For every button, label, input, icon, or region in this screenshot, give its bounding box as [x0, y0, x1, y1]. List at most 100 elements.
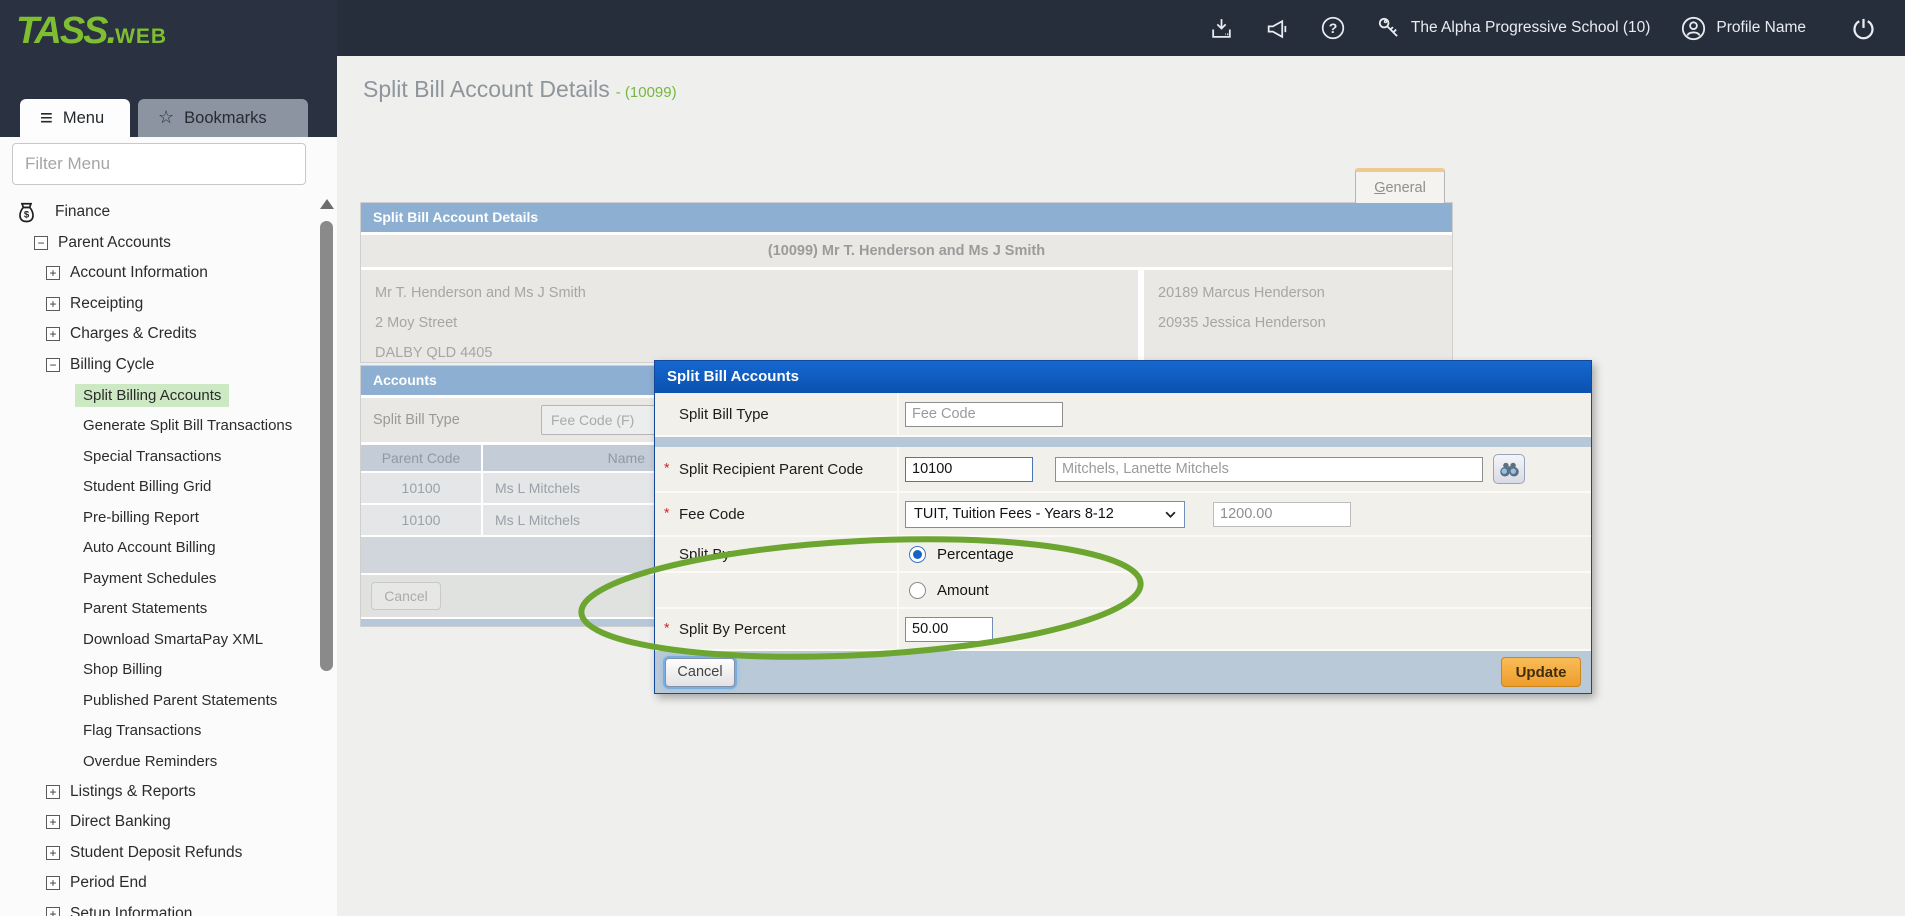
- scroll-up-icon[interactable]: [320, 199, 334, 209]
- sidebar-item-label: Published Parent Statements: [83, 692, 277, 709]
- sidebar-item-payment-schedules[interactable]: Payment Schedules: [0, 563, 318, 594]
- account-heading: (10099) Mr T. Henderson and Ms J Smith: [361, 235, 1452, 267]
- sidebar-item-label: Account Information: [70, 264, 208, 282]
- sidebar-item-label: Charges & Credits: [70, 325, 197, 343]
- sidebar-item-flag-transactions[interactable]: Flag Transactions: [0, 716, 318, 747]
- sidebar-item-finance[interactable]: $ Finance: [0, 197, 318, 228]
- sidebar-item-shop-billing[interactable]: Shop Billing: [0, 655, 318, 686]
- split-by-percent-input[interactable]: [905, 617, 993, 642]
- tab-general-label-initial: G: [1374, 180, 1385, 196]
- fee-code-label: Fee Code: [655, 493, 899, 535]
- expand-icon[interactable]: [46, 785, 60, 799]
- modal-split-bill-type-label: Split Bill Type: [655, 393, 899, 435]
- sidebar-item-student-billing-grid[interactable]: Student Billing Grid: [0, 472, 318, 503]
- page-account-code: - (10099): [616, 84, 677, 101]
- tass-web-logo[interactable]: TASS.WEB: [16, 10, 167, 53]
- lookup-button[interactable]: [1493, 454, 1525, 484]
- collapse-icon[interactable]: [46, 358, 60, 372]
- address-line: Mr T. Henderson and Ms J Smith: [375, 278, 1124, 308]
- sidebar-item-auto-account-billing[interactable]: Auto Account Billing: [0, 533, 318, 564]
- sidebar-item-receipting[interactable]: Receipting: [0, 289, 318, 320]
- school-name: The Alpha Progressive School (10): [1411, 19, 1651, 37]
- col-name: Name: [483, 450, 655, 466]
- modal-update-button[interactable]: Update: [1501, 657, 1581, 687]
- accounts-cancel-button[interactable]: Cancel: [371, 582, 441, 610]
- download-icon: [1209, 16, 1234, 41]
- expand-icon[interactable]: [46, 876, 60, 890]
- logo-text-main: TASS.: [16, 10, 115, 52]
- announcements-button[interactable]: [1264, 16, 1290, 41]
- radio-percentage[interactable]: [909, 546, 926, 563]
- split-bill-type-input[interactable]: [905, 402, 1063, 427]
- sidebar-item-pre-billing-report[interactable]: Pre-billing Report: [0, 502, 318, 533]
- star-icon: [158, 108, 174, 128]
- sidebar: $ Finance Parent Accounts Account Inform…: [0, 137, 337, 916]
- radio-amount[interactable]: [909, 582, 926, 599]
- sidebar-item-published-parent-statements[interactable]: Published Parent Statements: [0, 685, 318, 716]
- modal-cancel-button[interactable]: Cancel: [665, 658, 735, 687]
- sidebar-scrollbar[interactable]: [319, 195, 334, 913]
- account-students-block: 20189 Marcus Henderson 20935 Jessica Hen…: [1144, 270, 1452, 362]
- split-bill-type-value: Fee Code (F): [551, 412, 634, 428]
- expand-icon[interactable]: [46, 907, 60, 916]
- collapse-icon[interactable]: [34, 236, 48, 250]
- sidebar-item-direct-banking[interactable]: Direct Banking: [0, 807, 318, 838]
- sidebar-item-period-end[interactable]: Period End: [0, 868, 318, 899]
- sidebar-item-generate-split-bill-transactions[interactable]: Generate Split Bill Transactions: [0, 411, 318, 442]
- sidebar-item-student-deposit-refunds[interactable]: Student Deposit Refunds: [0, 838, 318, 869]
- menu-tree: $ Finance Parent Accounts Account Inform…: [0, 197, 318, 916]
- sidebar-item-parent-accounts[interactable]: Parent Accounts: [0, 228, 318, 259]
- tab-bookmarks[interactable]: Bookmarks: [138, 99, 308, 137]
- megaphone-icon: [1264, 16, 1290, 41]
- download-button[interactable]: [1209, 16, 1234, 41]
- profile-name: Profile Name: [1716, 19, 1806, 37]
- help-button[interactable]: ?: [1320, 15, 1346, 41]
- split-by-label-spacer: [655, 573, 899, 607]
- student-line: 20189 Marcus Henderson: [1158, 278, 1438, 308]
- sidebar-tabs: Menu Bookmarks: [20, 99, 308, 137]
- expand-icon[interactable]: [46, 297, 60, 311]
- radio-percentage-label: Percentage: [937, 546, 1014, 563]
- fee-code-select[interactable]: TUIT, Tuition Fees - Years 8-12: [905, 501, 1185, 528]
- cell-parent-code: 10100: [361, 505, 483, 535]
- radio-amount-label: Amount: [937, 582, 989, 599]
- col-parent-code: Parent Code: [361, 445, 483, 471]
- sidebar-item-parent-statements[interactable]: Parent Statements: [0, 594, 318, 625]
- recipient-parent-code-input[interactable]: [905, 457, 1033, 482]
- scrollbar-thumb[interactable]: [320, 221, 333, 671]
- sidebar-item-overdue-reminders[interactable]: Overdue Reminders: [0, 746, 318, 777]
- filter-menu-input[interactable]: [12, 143, 306, 185]
- logo-text-sub: WEB: [115, 25, 167, 48]
- sidebar-item-account-information[interactable]: Account Information: [0, 258, 318, 289]
- money-bag-icon: $: [14, 199, 39, 226]
- tab-general[interactable]: General: [1355, 168, 1445, 203]
- sidebar-item-label: Overdue Reminders: [83, 753, 217, 770]
- recipient-name-input[interactable]: [1055, 457, 1483, 482]
- sidebar-item-label: Direct Banking: [70, 813, 171, 831]
- sidebar-item-listings-reports[interactable]: Listings & Reports: [0, 777, 318, 808]
- sidebar-item-download-smartapay-xml[interactable]: Download SmartaPay XML: [0, 624, 318, 655]
- main-content: Split Bill Account Details- (10099) Gene…: [337, 56, 1905, 916]
- logout-button[interactable]: [1850, 15, 1877, 42]
- cell-name: Ms L Mitchels: [483, 512, 580, 528]
- expand-icon[interactable]: [46, 266, 60, 280]
- sidebar-item-split-billing-accounts[interactable]: Split Billing Accounts: [0, 380, 318, 411]
- sidebar-item-label: Payment Schedules: [83, 570, 216, 587]
- tab-menu[interactable]: Menu: [20, 99, 130, 137]
- sidebar-item-label: Student Billing Grid: [83, 478, 211, 495]
- sidebar-item-label: Pre-billing Report: [83, 509, 199, 526]
- sidebar-item-charges-credits[interactable]: Charges & Credits: [0, 319, 318, 350]
- sidebar-item-setup-information[interactable]: Setup Information: [0, 899, 318, 916]
- sidebar-item-billing-cycle[interactable]: Billing Cycle: [0, 350, 318, 381]
- expand-icon[interactable]: [46, 846, 60, 860]
- school-switcher[interactable]: The Alpha Progressive School (10): [1376, 15, 1651, 41]
- app-window: ? The Alpha Progressive School (10) Prof…: [0, 0, 1905, 916]
- sidebar-item-label: Flag Transactions: [83, 722, 201, 739]
- expand-icon[interactable]: [46, 327, 60, 341]
- sidebar-item-label: Special Transactions: [83, 448, 221, 465]
- expand-icon[interactable]: [46, 815, 60, 829]
- modal-title: Split Bill Accounts: [655, 361, 1591, 393]
- fee-amount-input[interactable]: [1213, 502, 1351, 527]
- sidebar-item-special-transactions[interactable]: Special Transactions: [0, 441, 318, 472]
- profile-menu[interactable]: Profile Name: [1680, 15, 1806, 42]
